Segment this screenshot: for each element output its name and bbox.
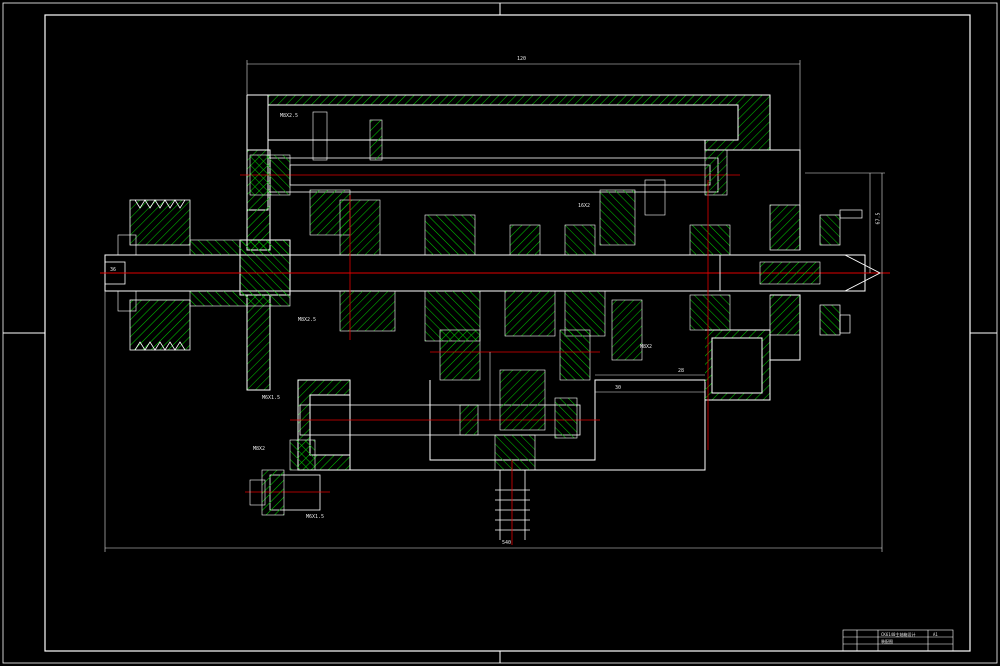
dim-mid-b: 28	[678, 368, 685, 374]
dim-mid-a: 30	[615, 385, 622, 391]
callout-5: M6X1.5	[262, 395, 281, 401]
callout-7: M6X1.5	[306, 514, 325, 520]
callout-1: M8X2.5	[280, 113, 299, 119]
drain-plug	[495, 460, 530, 545]
title-block-title: CK6140主轴箱设计	[881, 632, 916, 637]
dim-top-width: 120	[517, 56, 527, 62]
pulley	[117, 199, 191, 351]
drawing-sheet	[2, 2, 998, 664]
callout-6: M8X2	[253, 446, 266, 452]
callout-3: 16X2	[578, 203, 591, 209]
spindle-gears	[339, 199, 731, 361]
dim-right-height: 67.5	[875, 212, 882, 225]
dim-bottom-length: 540	[502, 540, 512, 546]
dim-mid-c: 36	[110, 267, 117, 273]
title-block-code: A1	[933, 632, 938, 637]
callout-2: M8X2.5	[298, 317, 317, 323]
callout-4: M8X2	[640, 344, 653, 350]
title-block-sub: 装配图	[881, 639, 893, 644]
